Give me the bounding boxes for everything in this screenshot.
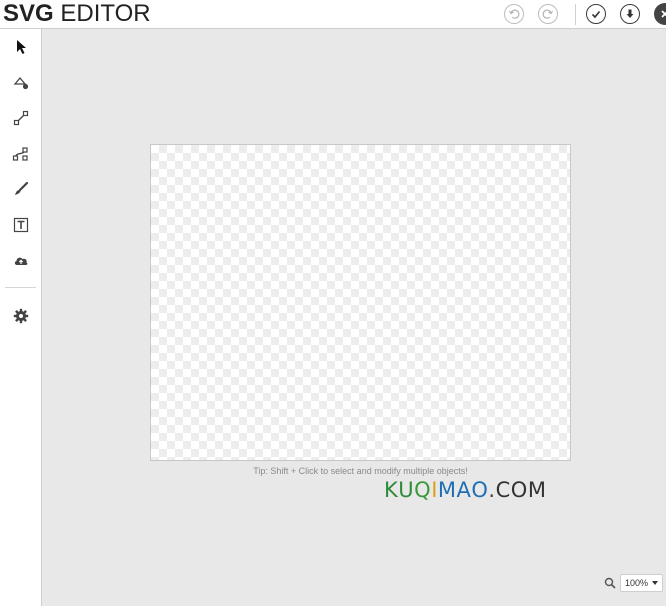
app-title-rest: EDITOR	[60, 0, 151, 27]
watermark-letter: M	[527, 478, 547, 502]
brush-tool[interactable]	[0, 171, 41, 206]
watermark-letter: C	[495, 478, 511, 502]
app-title: SVG EDITOR	[3, 1, 151, 27]
paint-bucket-icon	[13, 76, 28, 89]
sidebar-divider	[5, 287, 36, 288]
brush-icon	[14, 181, 28, 195]
upload-tool[interactable]	[0, 242, 41, 277]
zoom-value: 100%	[625, 578, 649, 588]
download-icon	[626, 9, 634, 18]
gear-icon	[13, 308, 28, 323]
close-icon	[661, 10, 666, 18]
bezier-path-icon	[12, 146, 28, 161]
text-icon	[13, 217, 28, 232]
watermark-letter: A	[456, 478, 472, 502]
select-tool[interactable]	[0, 29, 41, 64]
download-button[interactable]	[620, 4, 640, 24]
tool-sidebar	[0, 29, 42, 606]
cloud-upload-icon	[14, 257, 27, 265]
check-icon	[591, 10, 601, 19]
watermark-letter: Q	[414, 478, 432, 502]
chevron-down-icon	[652, 581, 658, 585]
watermark-letter: .	[488, 478, 496, 502]
canvas-tip: Tip: Shift + Click to select and modify …	[253, 466, 468, 476]
confirm-button[interactable]	[586, 4, 606, 24]
watermark-letter: O	[510, 478, 528, 502]
watermark-letter: K	[384, 478, 399, 502]
undo-icon	[508, 9, 520, 19]
line-icon	[13, 110, 28, 125]
watermark-logo: KUQIMAO.COM	[384, 478, 546, 502]
app-title-bold: SVG	[3, 0, 54, 27]
fill-tool[interactable]	[0, 65, 41, 100]
redo-icon	[542, 9, 554, 19]
watermark-letter: M	[437, 478, 457, 502]
zoom-select[interactable]: 100%	[620, 574, 663, 592]
watermark-letter: I	[431, 478, 438, 502]
watermark-letter: O	[471, 478, 489, 502]
settings-tool[interactable]	[0, 298, 41, 333]
search-icon	[604, 577, 616, 589]
watermark-letter: U	[398, 478, 415, 502]
line-tool[interactable]	[0, 100, 41, 135]
drawing-canvas[interactable]	[150, 144, 571, 461]
undo-button[interactable]	[504, 4, 524, 24]
pointer-arrow-icon	[16, 39, 26, 54]
header-divider	[575, 4, 576, 25]
path-tool[interactable]	[0, 136, 41, 171]
app-header: SVG EDITOR	[0, 0, 666, 29]
close-button[interactable]	[654, 3, 666, 25]
redo-button[interactable]	[538, 4, 558, 24]
text-tool[interactable]	[0, 207, 41, 242]
